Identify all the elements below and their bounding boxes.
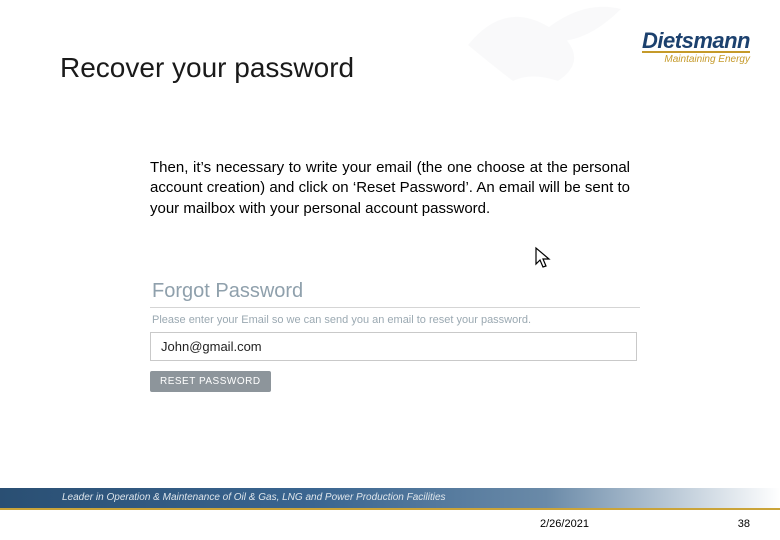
email-field[interactable] <box>150 332 637 361</box>
slide-date: 2/26/2021 <box>540 518 589 530</box>
slide-number: 38 <box>738 518 750 530</box>
footer-tagline: Leader in Operation & Maintenance of Oil… <box>62 492 446 503</box>
mouse-cursor-icon <box>534 246 554 270</box>
slide: Recover your password Dietsmann Maintain… <box>0 0 780 540</box>
panel-message: Please enter your Email so we can send y… <box>150 314 640 326</box>
brand-logo: Dietsmann Maintaining Energy <box>642 28 750 65</box>
dove-watermark <box>450 0 630 100</box>
panel-title: Forgot Password <box>150 280 640 303</box>
brand-name: Dietsmann <box>642 28 750 54</box>
reset-password-button[interactable]: RESET PASSWORD <box>150 371 271 392</box>
footer-accent-line <box>0 508 780 510</box>
divider <box>150 307 640 308</box>
page-title: Recover your password <box>60 52 354 84</box>
instruction-text: Then, it’s necessary to write your email… <box>150 158 630 219</box>
forgot-password-panel: Forgot Password Please enter your Email … <box>150 280 640 392</box>
footer-bar: Leader in Operation & Maintenance of Oil… <box>0 488 780 508</box>
